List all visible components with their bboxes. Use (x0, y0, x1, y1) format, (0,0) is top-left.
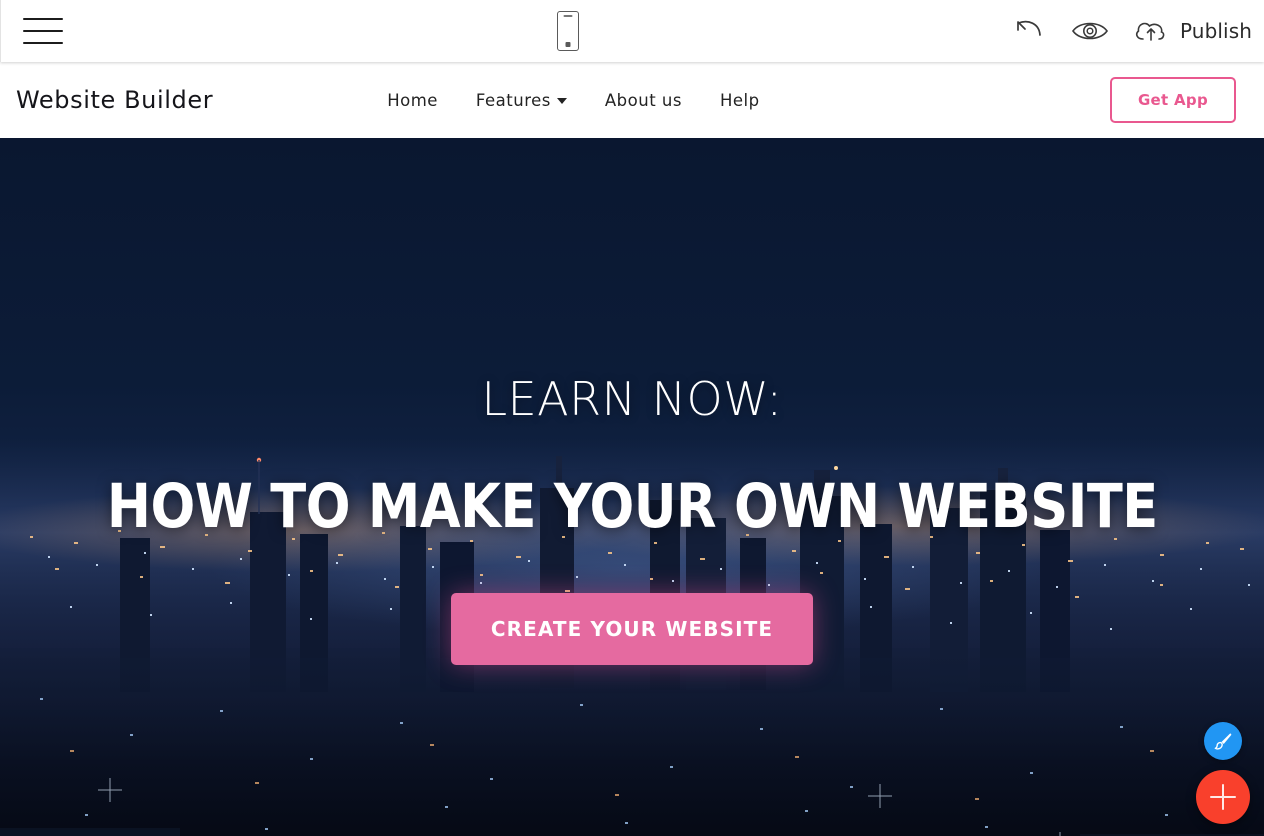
nav-item-help[interactable]: Help (720, 91, 760, 110)
nav-item-label: Help (719, 90, 760, 110)
paintbrush-icon (1214, 733, 1232, 750)
hamburger-line (23, 18, 63, 20)
nav-item-label: Home (387, 90, 438, 110)
undo-arrow-icon (1017, 20, 1041, 36)
nav-menu: Home Features About us Help (387, 91, 759, 110)
add-block-button[interactable] (1196, 770, 1250, 824)
toolbar-right-group: Publish (1014, 16, 1264, 46)
get-app-button[interactable]: Get App (1109, 77, 1236, 123)
site-navbar: Website Builder Home Features About us H… (0, 62, 1264, 138)
nav-item-about-us[interactable]: About us (605, 91, 682, 110)
nav-item-features[interactable]: Features (476, 91, 567, 110)
hamburger-line (23, 30, 63, 32)
cloud-upload-icon (1136, 22, 1165, 41)
editor-toolbar: Publish (0, 0, 1264, 62)
toolbar-left-group (1, 16, 121, 46)
nav-item-label: About us (604, 90, 682, 110)
publish-label: Publish (1180, 19, 1252, 43)
floating-action-buttons (1196, 722, 1250, 824)
preview-button[interactable] (1070, 18, 1110, 44)
create-website-button[interactable]: CREATE YOUR WEBSITE (450, 593, 814, 665)
nav-item-label: Features (475, 90, 551, 110)
toolbar-center-group (121, 11, 1014, 51)
hamburger-line (23, 42, 63, 44)
style-editor-button[interactable] (1204, 722, 1242, 760)
hero-content: LEARN NOW: HOW TO MAKE YOUR OWN WEBSITE … (0, 138, 1264, 836)
undo-button[interactable] (1014, 18, 1048, 44)
hamburger-menu-icon[interactable] (23, 16, 63, 46)
mobile-device-preview-icon[interactable] (556, 11, 579, 51)
plus-icon (1210, 784, 1236, 810)
hero-section: LEARN NOW: HOW TO MAKE YOUR OWN WEBSITE … (0, 138, 1264, 836)
eye-preview-icon (1072, 22, 1108, 40)
site-brand[interactable]: Website Builder (16, 86, 213, 114)
nav-item-home[interactable]: Home (387, 91, 438, 110)
publish-button[interactable]: Publish (1132, 16, 1252, 46)
chevron-down-icon (556, 98, 567, 104)
hero-title: HOW TO MAKE YOUR OWN WEBSITE (106, 471, 1158, 542)
hero-kicker: LEARN NOW: (481, 372, 783, 426)
